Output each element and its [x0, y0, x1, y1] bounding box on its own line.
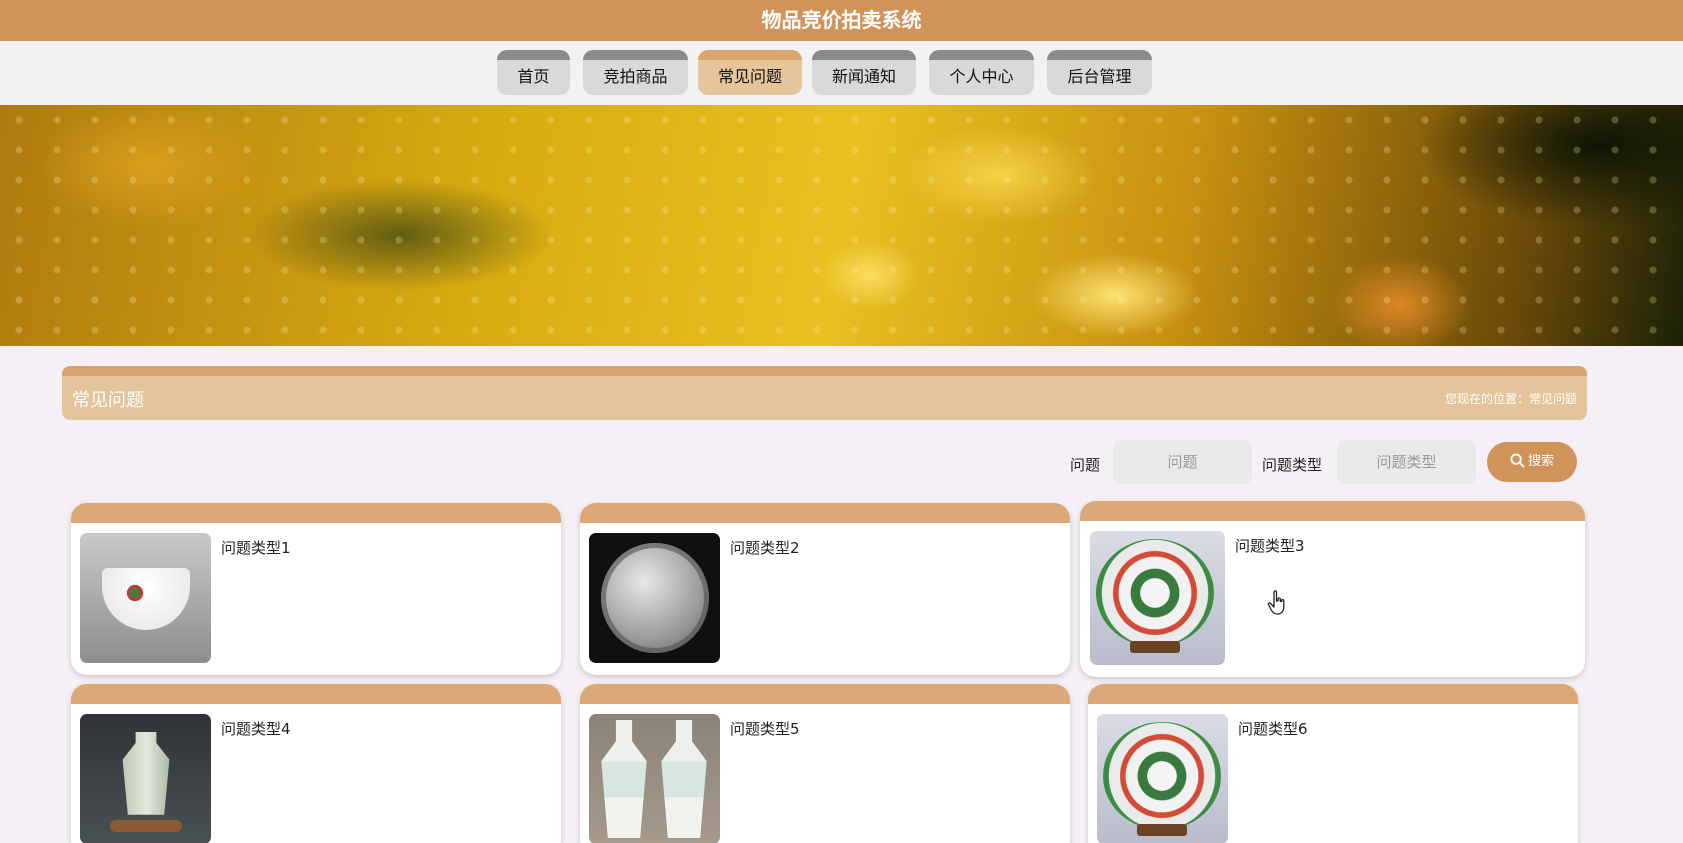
- search-button-label: 搜索: [1527, 454, 1554, 469]
- nav-auction-items[interactable]: 竞拍商品: [583, 50, 688, 95]
- section-header: 常见问题 您现在的位置：常见问题: [62, 366, 1587, 420]
- card-label: 问题类型6: [1238, 720, 1308, 738]
- card-label: 问题类型2: [730, 539, 800, 557]
- celadon-vase-image: [80, 714, 211, 843]
- dragon-plate-image: [1090, 531, 1225, 665]
- vase-pair-image: [589, 714, 720, 843]
- nav-news[interactable]: 新闻通知: [812, 50, 916, 95]
- nav-admin[interactable]: 后台管理: [1047, 50, 1152, 95]
- dragon-plate-image: [1097, 714, 1228, 843]
- faq-card-2[interactable]: 问题类型2: [580, 503, 1070, 675]
- faq-card-4[interactable]: 问题类型4: [71, 684, 561, 843]
- main-nav: 首页 竞拍商品 常见问题 新闻通知 个人中心 后台管理: [0, 41, 1683, 105]
- nav-home[interactable]: 首页: [497, 50, 570, 95]
- faq-card-6[interactable]: 问题类型6: [1088, 684, 1578, 843]
- nav-personal-center[interactable]: 个人中心: [929, 50, 1034, 95]
- hero-banner: [0, 105, 1683, 346]
- breadcrumb: 您现在的位置：常见问题: [1444, 392, 1577, 406]
- faq-card-3[interactable]: 问题类型3: [1080, 501, 1585, 677]
- question-type-input[interactable]: [1337, 440, 1476, 484]
- question-label: 问题: [1070, 456, 1101, 474]
- card-label: 问题类型3: [1235, 537, 1305, 555]
- hand-cursor-icon: [1267, 590, 1285, 615]
- silver-coin-image: [589, 533, 720, 663]
- site-title: 物品竞价拍卖系统: [761, 8, 922, 32]
- search-icon: [1510, 453, 1525, 468]
- faq-card-1[interactable]: 问题类型1: [71, 503, 561, 675]
- card-label: 问题类型1: [221, 539, 291, 557]
- section-title: 常见问题: [72, 390, 144, 411]
- card-label: 问题类型4: [221, 720, 291, 738]
- nav-faq[interactable]: 常见问题: [698, 50, 802, 95]
- top-bar: 物品竞价拍卖系统: [0, 0, 1683, 41]
- search-button[interactable]: 搜索: [1487, 442, 1577, 482]
- card-label: 问题类型5: [730, 720, 800, 738]
- porcelain-bowl-image: [80, 533, 211, 663]
- question-input[interactable]: [1113, 440, 1252, 484]
- faq-card-5[interactable]: 问题类型5: [580, 684, 1070, 843]
- question-type-label: 问题类型: [1262, 456, 1323, 474]
